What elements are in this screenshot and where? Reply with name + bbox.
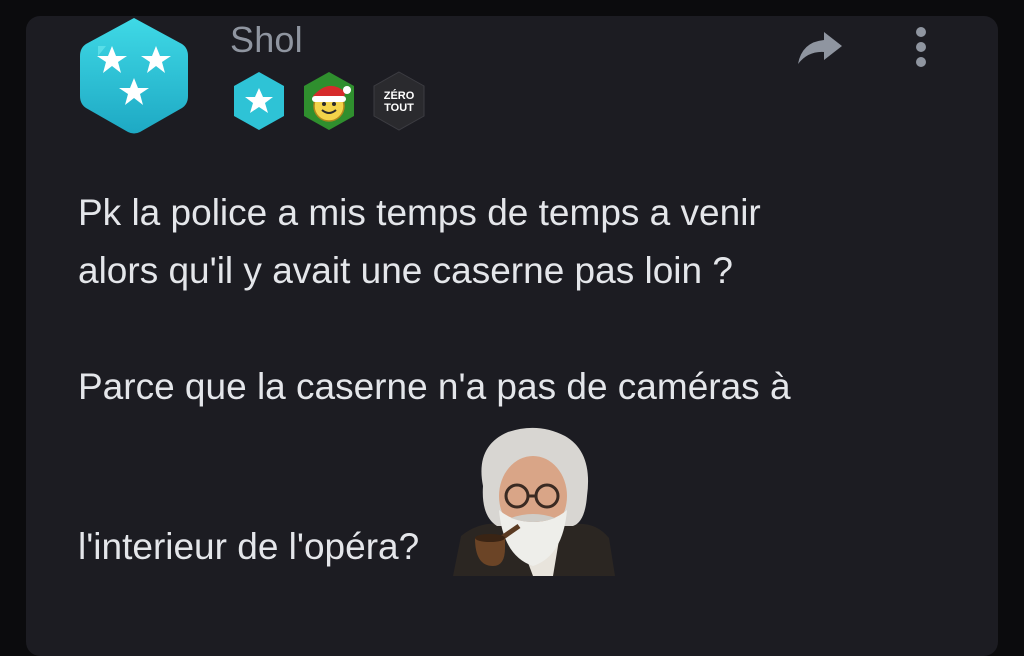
post-card: Shol ZÉRO TOUT Pk la police a mis temps … — [26, 16, 998, 656]
share-icon[interactable] — [794, 28, 844, 68]
badge-text-line1: ZÉRO — [384, 89, 415, 102]
more-options-icon[interactable] — [906, 24, 936, 70]
message-line: Pk la police a mis temps de temps a veni… — [78, 192, 761, 233]
username[interactable]: Shol — [230, 18, 303, 62]
post-message: Pk la police a mis temps de temps a veni… — [78, 184, 938, 576]
star-level-badge-icon[interactable] — [230, 70, 288, 132]
old-man-with-pipe-sticker — [453, 427, 616, 576]
message-last-line: l'interieur de l'opéra? — [78, 416, 938, 576]
message-line: l'interieur de l'opéra? — [78, 526, 420, 567]
user-avatar[interactable] — [78, 16, 190, 134]
badge-row: ZÉRO TOUT — [230, 70, 428, 132]
santa-smiley-badge-icon[interactable] — [300, 70, 358, 132]
zero-tout-badge-icon[interactable]: ZÉRO TOUT — [370, 70, 428, 132]
message-line: Parce que la caserne n'a pas de caméras … — [78, 366, 791, 407]
badge-text-line2: TOUT — [384, 102, 414, 114]
message-line: alors qu'il y avait une caserne pas loin… — [78, 250, 733, 291]
